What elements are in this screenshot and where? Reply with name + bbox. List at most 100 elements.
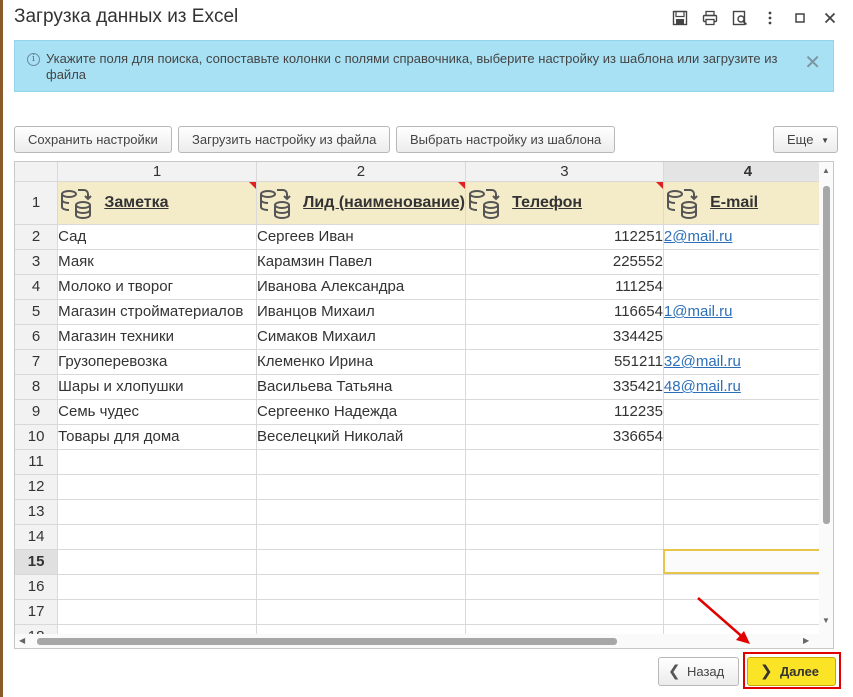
grid-cell[interactable]: Клеменко Ирина <box>256 349 466 375</box>
column-header-selected[interactable]: 4 <box>663 162 833 182</box>
grid-cell[interactable] <box>57 599 257 625</box>
row-header[interactable]: 15 <box>15 549 59 575</box>
grid-cell[interactable]: 2@mail.ru <box>663 224 833 250</box>
grid-cell[interactable] <box>465 574 664 600</box>
column-header[interactable]: 3 <box>465 162 664 182</box>
grid-cell[interactable] <box>663 499 833 525</box>
grid-cell[interactable] <box>465 499 664 525</box>
grid-cell[interactable] <box>465 599 664 625</box>
vertical-scrollbar[interactable]: ▲ ▼ <box>819 162 833 648</box>
grid-cell[interactable]: Магазин техники <box>57 324 257 350</box>
row-header[interactable]: 13 <box>15 499 59 525</box>
grid-cell[interactable]: Иванова Александра <box>256 274 466 300</box>
grid-cell[interactable]: 225552 <box>465 249 664 275</box>
grid-cell[interactable] <box>256 549 466 575</box>
preview-icon[interactable] <box>727 6 753 30</box>
maximize-icon[interactable] <box>787 6 813 30</box>
choose-template-button[interactable]: Выбрать настройку из шаблона <box>396 126 616 153</box>
row-header[interactable]: 1 <box>15 181 59 225</box>
grid-cell[interactable]: 336654 <box>465 424 664 450</box>
grid-cell[interactable]: Васильева Татьяна <box>256 374 466 400</box>
scroll-left-icon[interactable]: ◀ <box>19 636 25 645</box>
row-header[interactable]: 8 <box>15 374 59 400</box>
grid-cell[interactable] <box>663 574 833 600</box>
horizontal-scroll-thumb[interactable] <box>37 638 617 645</box>
grid-cell[interactable] <box>663 274 833 300</box>
row-header[interactable]: 12 <box>15 474 59 500</box>
row-header[interactable]: 6 <box>15 324 59 350</box>
grid-cell[interactable]: Семь чудес <box>57 399 257 425</box>
field-header-email[interactable]: E-mail <box>663 181 833 225</box>
scroll-up-icon[interactable]: ▲ <box>822 166 830 175</box>
column-header[interactable]: 1 <box>57 162 257 182</box>
grid-cell[interactable] <box>663 324 833 350</box>
grid-cell[interactable] <box>57 549 257 575</box>
grid-cell[interactable] <box>663 474 833 500</box>
grid-corner[interactable] <box>15 162 59 182</box>
grid-cell[interactable] <box>256 474 466 500</box>
grid-cell[interactable] <box>256 499 466 525</box>
grid-cell[interactable]: 112235 <box>465 399 664 425</box>
grid-cell[interactable] <box>465 449 664 475</box>
grid-cell[interactable]: 335421 <box>465 374 664 400</box>
grid-cell[interactable] <box>256 449 466 475</box>
vertical-scroll-thumb[interactable] <box>823 186 830 524</box>
email-link[interactable]: 2@mail.ru <box>664 228 733 245</box>
grid-cell[interactable]: Симаков Михаил <box>256 324 466 350</box>
email-link[interactable]: 32@mail.ru <box>664 353 741 370</box>
grid-cell[interactable]: 48@mail.ru <box>663 374 833 400</box>
close-banner-icon[interactable]: ✕ <box>804 50 821 75</box>
row-header[interactable]: 2 <box>15 224 59 250</box>
back-button[interactable]: ❮ Назад <box>658 657 739 686</box>
row-header[interactable]: 17 <box>15 599 59 625</box>
grid-cell[interactable] <box>465 524 664 550</box>
grid-cell[interactable] <box>57 499 257 525</box>
grid-cell[interactable] <box>663 424 833 450</box>
grid-cell[interactable]: 111254 <box>465 274 664 300</box>
next-button[interactable]: ❯ Далее <box>747 657 836 686</box>
more-button[interactable]: Еще ▼ <box>773 126 838 153</box>
row-header[interactable]: 14 <box>15 524 59 550</box>
email-link[interactable]: 48@mail.ru <box>664 378 741 395</box>
grid-cell[interactable] <box>57 474 257 500</box>
grid-cell[interactable]: Карамзин Павел <box>256 249 466 275</box>
grid-cell[interactable]: 116654 <box>465 299 664 325</box>
grid-cell[interactable]: 1@mail.ru <box>663 299 833 325</box>
grid-cell[interactable]: 32@mail.ru <box>663 349 833 375</box>
horizontal-scrollbar[interactable]: ◀ ▶ <box>15 634 821 648</box>
close-icon[interactable] <box>817 6 843 30</box>
save-settings-button[interactable]: Сохранить настройки <box>14 126 172 153</box>
grid-cell[interactable] <box>256 599 466 625</box>
grid-cell[interactable]: 112251 <box>465 224 664 250</box>
grid-cell[interactable]: Иванцов Михаил <box>256 299 466 325</box>
grid-cell[interactable]: Веселецкий Николай <box>256 424 466 450</box>
spreadsheet-grid[interactable]: 1 2 3 4 1 Заметка Лид (наименование) Тел… <box>14 161 834 649</box>
grid-cell[interactable] <box>663 399 833 425</box>
grid-cell[interactable] <box>663 524 833 550</box>
field-header-note[interactable]: Заметка <box>57 181 257 225</box>
save-icon[interactable] <box>667 6 693 30</box>
row-header[interactable]: 3 <box>15 249 59 275</box>
scroll-right-icon[interactable]: ▶ <box>803 636 809 645</box>
column-header[interactable]: 2 <box>256 162 466 182</box>
grid-cell[interactable]: Магазин стройматериалов <box>57 299 257 325</box>
grid-cell[interactable] <box>57 449 257 475</box>
grid-cell[interactable]: Грузоперевозка <box>57 349 257 375</box>
selected-cell[interactable] <box>663 549 833 575</box>
grid-cell[interactable] <box>465 474 664 500</box>
print-icon[interactable] <box>697 6 723 30</box>
grid-cell[interactable] <box>663 599 833 625</box>
field-header-lead[interactable]: Лид (наименование) <box>256 181 466 225</box>
grid-cell[interactable]: Сергеенко Надежда <box>256 399 466 425</box>
row-header[interactable]: 7 <box>15 349 59 375</box>
grid-cell[interactable]: 334425 <box>465 324 664 350</box>
grid-cell[interactable]: Маяк <box>57 249 257 275</box>
grid-cell[interactable]: Шары и хлопушки <box>57 374 257 400</box>
load-settings-file-button[interactable]: Загрузить настройку из файла <box>178 126 391 153</box>
grid-cell[interactable]: Сергеев Иван <box>256 224 466 250</box>
email-link[interactable]: 1@mail.ru <box>664 303 733 320</box>
more-menu-icon[interactable] <box>757 6 783 30</box>
grid-cell[interactable] <box>663 249 833 275</box>
row-header[interactable]: 4 <box>15 274 59 300</box>
row-header[interactable]: 16 <box>15 574 59 600</box>
